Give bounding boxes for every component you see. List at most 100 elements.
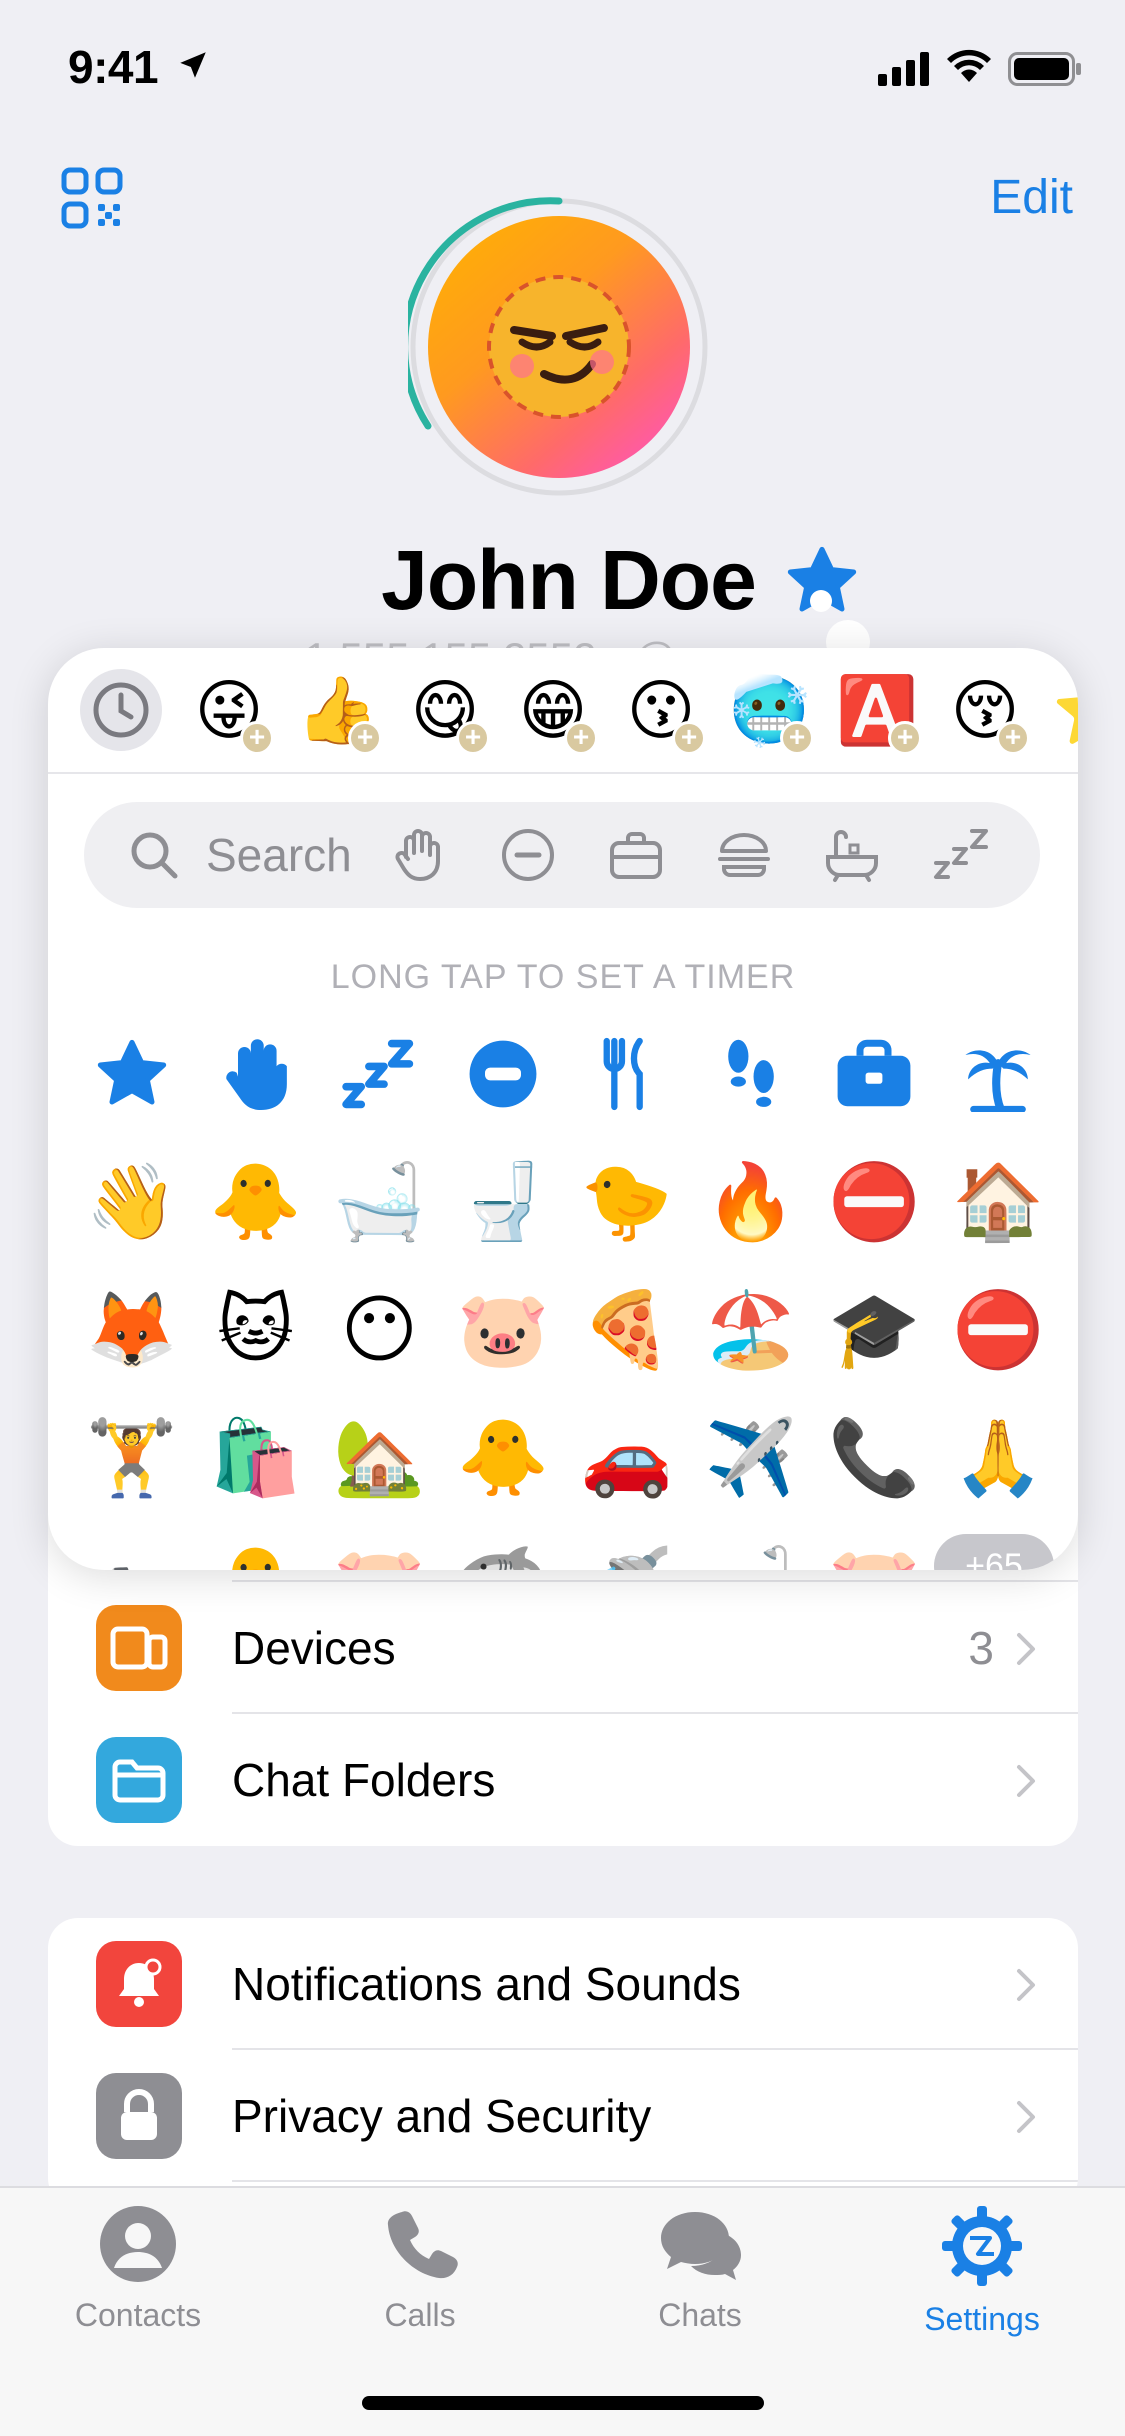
status-do-not-disturb-icon[interactable] bbox=[441, 1028, 565, 1120]
emoji-sticker[interactable]: 🐥 bbox=[194, 1156, 318, 1248]
emoji-sticker[interactable]: 🐷 bbox=[318, 1540, 442, 1571]
contacts-icon bbox=[100, 2206, 176, 2282]
recent-emoji[interactable]: 🅰️ + bbox=[836, 669, 922, 755]
search-icon bbox=[131, 832, 178, 879]
recent-emoji[interactable]: 👍 + bbox=[296, 669, 382, 755]
recent-emoji[interactable]: 😜 + bbox=[188, 669, 274, 755]
emoji-sticker[interactable]: 🎓 bbox=[813, 1284, 937, 1376]
emoji-sticker[interactable]: ⛔ bbox=[813, 1156, 937, 1248]
recent-emoji[interactable]: ⭐ bbox=[1052, 669, 1078, 751]
search-input[interactable]: Search bbox=[206, 828, 356, 882]
emoji-sticker[interactable]: 🐤 bbox=[565, 1156, 689, 1248]
recent-emoji[interactable]: 😁 + bbox=[512, 669, 598, 755]
status-footprints-icon[interactable] bbox=[689, 1028, 813, 1120]
recent-emoji[interactable]: 🥶 + bbox=[728, 669, 814, 755]
tab-calls[interactable]: Calls bbox=[320, 2204, 520, 2334]
emoji-sticker[interactable]: 🛍️ bbox=[194, 1412, 318, 1504]
phone-icon bbox=[387, 2211, 458, 2279]
sleep-icon[interactable] bbox=[932, 827, 992, 883]
emoji-sticker[interactable]: 🚲 bbox=[70, 1540, 194, 1571]
emoji-sticker[interactable]: 🐱 bbox=[194, 1284, 318, 1376]
tab-label: Chats bbox=[658, 2297, 742, 2333]
profile-name-row: John Doe bbox=[0, 532, 1125, 629]
emoji-sticker[interactable]: 🚿 bbox=[565, 1540, 689, 1571]
bathtub-icon[interactable] bbox=[824, 827, 880, 883]
recent-emoji[interactable]: 😋 + bbox=[404, 669, 490, 755]
status-palm-tree-icon[interactable] bbox=[936, 1028, 1060, 1120]
emoji-sticker[interactable]: 🏡 bbox=[318, 1412, 442, 1504]
wave-hand-icon[interactable] bbox=[392, 827, 448, 883]
wifi-icon bbox=[947, 49, 991, 82]
status-sleep-icon[interactable] bbox=[318, 1028, 442, 1120]
profile-name: John Doe bbox=[381, 533, 757, 627]
burger-icon[interactable] bbox=[716, 827, 772, 883]
tab-label: Settings bbox=[924, 2301, 1040, 2337]
emoji-sticker[interactable]: ✈️ bbox=[689, 1412, 813, 1504]
emoji-sticker[interactable]: 🚽 bbox=[441, 1156, 565, 1248]
status-time: 9:41 bbox=[68, 41, 159, 93]
emoji-sticker[interactable]: 🦈 bbox=[441, 1540, 565, 1571]
settings-row-value: 3 bbox=[968, 1622, 994, 1674]
settings-row-notifications[interactable]: Notifications and Sounds bbox=[48, 1918, 1078, 2050]
settings-row-privacy[interactable]: Privacy and Security bbox=[48, 2050, 1078, 2182]
emoji-sticker[interactable]: 🚗 bbox=[565, 1412, 689, 1504]
settings-row-label: Privacy and Security bbox=[232, 2090, 652, 2142]
emoji-sticker[interactable]: 📞 bbox=[813, 1412, 937, 1504]
emoji-sticker[interactable]: 🏠 bbox=[936, 1156, 1060, 1248]
emoji-sticker[interactable]: ⛔ bbox=[936, 1284, 1060, 1376]
emoji-sticker[interactable]: 🏋️ bbox=[70, 1412, 194, 1504]
chevron-right-icon bbox=[1017, 1765, 1035, 1797]
chats-icon bbox=[661, 2212, 741, 2280]
clock-icon bbox=[93, 682, 149, 738]
emoji-sticker[interactable]: 🐷 bbox=[813, 1540, 937, 1571]
edit-button[interactable]: Edit bbox=[990, 170, 1073, 225]
tab-label: Calls bbox=[384, 2297, 456, 2333]
emoji-status-grid: 👋 🐥 🛁 🚽 🐤 🔥 ⛔ 🏠 🦊 🐱 😶 🐷 🍕 🏖️ 🎓 ⛔ 🏋️ 🛍️ 🏡… bbox=[70, 1028, 1060, 1570]
emoji-sticker[interactable]: 👋 bbox=[70, 1156, 194, 1248]
emoji-sticker[interactable]: 🏖️ bbox=[689, 1284, 813, 1376]
emoji-sticker[interactable]: 🦊 bbox=[70, 1284, 194, 1376]
emoji-sticker[interactable]: 🔥 bbox=[689, 1156, 813, 1248]
battery-icon bbox=[1008, 52, 1081, 86]
status-eating-icon[interactable] bbox=[565, 1028, 689, 1120]
settings-row-devices[interactable]: Devices 3 bbox=[48, 1582, 1078, 1714]
more-emoji-count[interactable]: +65 bbox=[934, 1534, 1054, 1570]
tab-contacts[interactable]: Contacts bbox=[38, 2204, 238, 2334]
tab-settings[interactable]: Settings bbox=[882, 2204, 1082, 2338]
chevron-right-icon bbox=[1017, 2101, 1035, 2133]
emoji-sticker[interactable]: 🙏 bbox=[936, 1412, 1060, 1504]
qr-code-icon[interactable] bbox=[60, 166, 124, 230]
avatar[interactable] bbox=[428, 216, 690, 478]
emoji-sticker[interactable]: 🐷 bbox=[441, 1284, 565, 1376]
briefcase-icon[interactable] bbox=[608, 827, 664, 883]
recent-emoji-row: 😜+ 👍+ 😋+ 😁+ 😗+ 🥶+ 🅰️+ 😚+ ⭐ bbox=[48, 648, 1078, 774]
folder-icon bbox=[96, 1737, 182, 1823]
emoji-sticker[interactable]: 🛁 bbox=[689, 1540, 813, 1571]
settings-row-label: Notifications and Sounds bbox=[232, 1958, 741, 2010]
bell-icon bbox=[96, 1941, 182, 2027]
settings-row-chat-folders[interactable]: Chat Folders bbox=[48, 1714, 1078, 1846]
location-arrow-icon bbox=[180, 52, 206, 78]
status-star-icon[interactable] bbox=[70, 1028, 194, 1120]
emoji-sticker[interactable]: 😶 bbox=[318, 1284, 442, 1376]
recent-emoji[interactable]: 😗 + bbox=[620, 669, 706, 755]
emoji-sticker[interactable]: 🐥 bbox=[194, 1540, 318, 1571]
emoji-search-bar[interactable]: Search bbox=[84, 802, 1040, 908]
status-wave-icon[interactable] bbox=[194, 1028, 318, 1120]
recent-emoji[interactable]: 😚 + bbox=[944, 669, 1030, 755]
popover-bubble bbox=[810, 590, 832, 612]
settings-row-label: Chat Folders bbox=[232, 1754, 496, 1806]
smirk-emoji-icon bbox=[487, 275, 631, 419]
tab-label: Contacts bbox=[74, 2297, 202, 2333]
emoji-sticker[interactable]: 🛁 bbox=[318, 1156, 442, 1248]
lock-icon bbox=[96, 2073, 182, 2159]
chevron-right-icon bbox=[1017, 1633, 1035, 1665]
emoji-sticker[interactable]: 🍕 bbox=[565, 1284, 689, 1376]
tab-chats[interactable]: Chats bbox=[600, 2204, 800, 2334]
chevron-right-icon bbox=[1017, 1969, 1035, 2001]
status-briefcase-icon[interactable] bbox=[813, 1028, 937, 1120]
emoji-sticker[interactable]: 🐥 bbox=[441, 1412, 565, 1504]
recent-clock-button[interactable] bbox=[80, 669, 162, 751]
minus-circle-icon[interactable] bbox=[500, 827, 556, 883]
home-indicator bbox=[362, 2396, 764, 2410]
